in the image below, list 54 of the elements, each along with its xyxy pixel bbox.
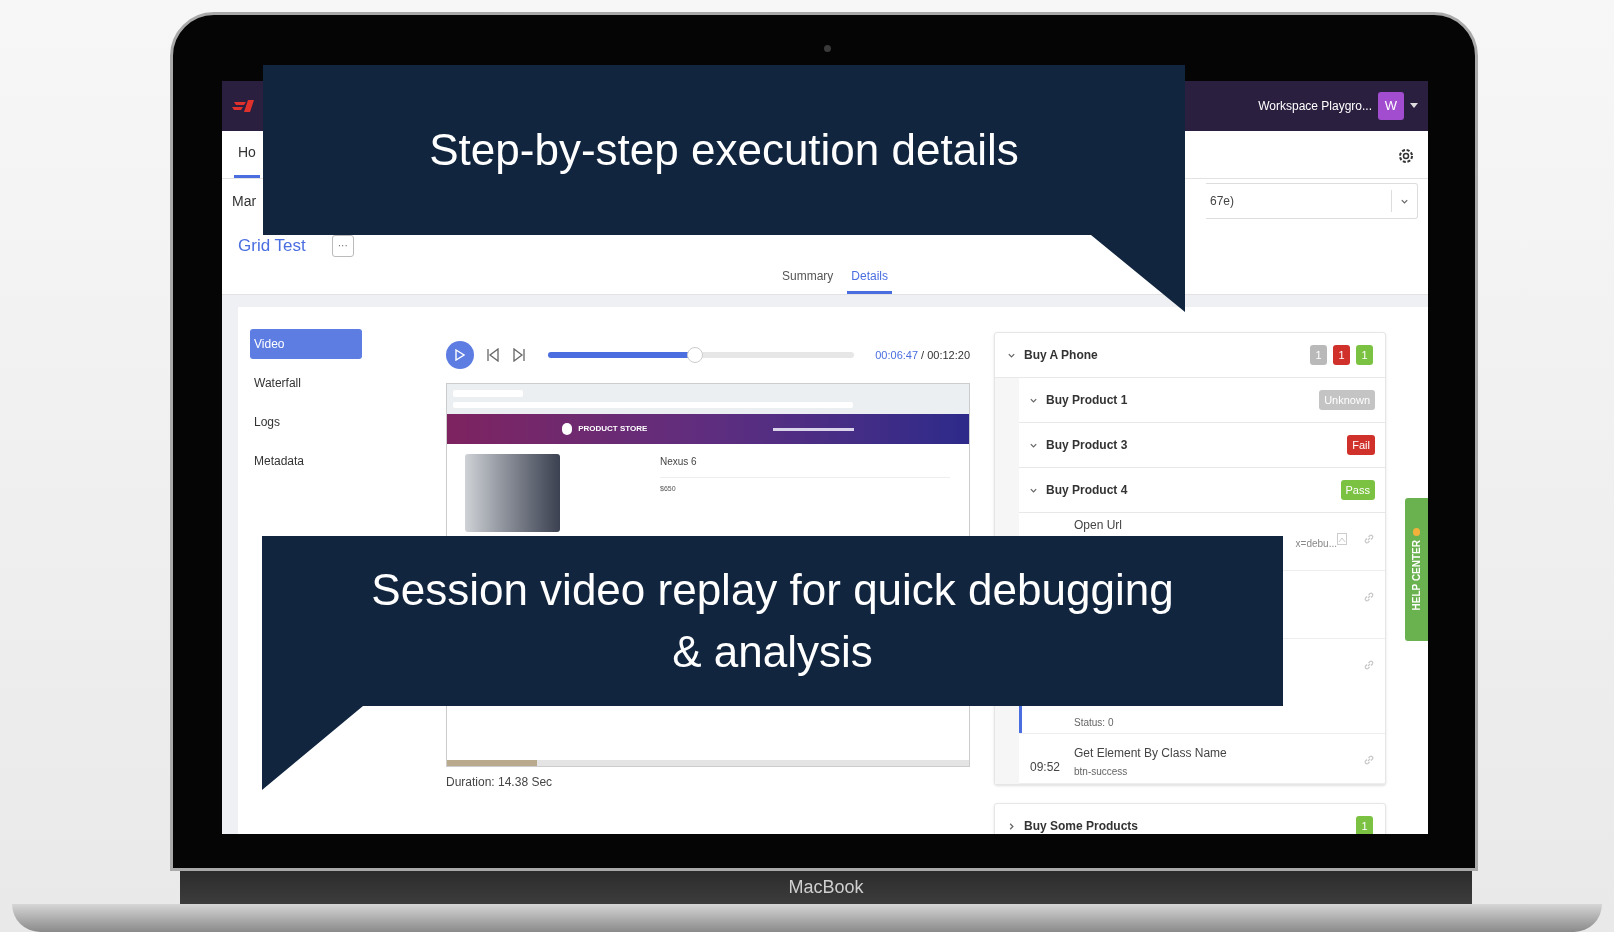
count-badge: 1	[1310, 345, 1327, 365]
test-row[interactable]: Buy Product 1 Unknown	[1019, 378, 1385, 423]
total-time: / 00:12:20	[921, 347, 970, 363]
avatar[interactable]: W	[1378, 92, 1404, 120]
current-time: 00:06:47	[875, 347, 919, 363]
settings-icon[interactable]	[1396, 146, 1416, 166]
group-header[interactable]: Buy Some Products 1	[995, 804, 1385, 834]
store-logo-icon	[562, 423, 573, 435]
step-name: Open Url	[1074, 517, 1124, 534]
side-menu-item[interactable]: Video	[250, 329, 362, 359]
logo-icon	[232, 98, 256, 114]
step-detail: btn-success	[1074, 765, 1129, 779]
status-tag: Unknown	[1319, 390, 1375, 410]
step-detail: Status: 0	[1074, 716, 1115, 730]
run-select[interactable]: 67e)	[1206, 183, 1418, 219]
breadcrumb-text: Mar	[232, 191, 257, 211]
test-title: Buy Product 4	[1046, 482, 1128, 499]
skip-back-icon[interactable]	[486, 348, 500, 362]
page-tab[interactable]: Ho	[234, 142, 260, 178]
store-name: PRODUCT STORE	[578, 423, 648, 435]
group-title: Buy Some Products	[1024, 818, 1139, 834]
caret-icon[interactable]	[1410, 103, 1418, 109]
play-button[interactable]	[446, 341, 474, 369]
test-name: Grid Test	[238, 235, 306, 258]
hand-icon	[1413, 528, 1420, 537]
step-detail: x=debu...	[1295, 537, 1337, 551]
camera-icon	[824, 45, 831, 52]
side-menu-item[interactable]: Logs	[250, 407, 362, 437]
group-title: Buy A Phone	[1024, 347, 1098, 364]
group-header[interactable]: Buy A Phone 1 1 1	[995, 333, 1385, 377]
workspace-name[interactable]: Workspace Playgro...	[1258, 97, 1372, 115]
test-title: Buy Product 3	[1046, 437, 1128, 454]
side-menu-item[interactable]: Metadata	[250, 446, 362, 476]
test-title: Buy Product 1	[1046, 392, 1128, 409]
callout-text: Session video replay for quick debugging & analysis	[370, 564, 1175, 678]
play-icon	[455, 349, 465, 361]
view-tab[interactable]: Summary	[778, 267, 838, 294]
laptop-label: MacBook	[788, 876, 864, 900]
step-name: Get Element By Class Name	[1074, 745, 1228, 762]
step-time: 09:52	[1030, 760, 1061, 774]
test-row[interactable]: Buy Product 4 Pass	[1019, 468, 1385, 513]
count-badge: 1	[1356, 345, 1373, 365]
duration-text: Duration: 14.38 Sec	[446, 774, 554, 791]
test-row[interactable]: Buy Product 3 Fail	[1019, 423, 1385, 468]
count-badge: 1	[1356, 816, 1373, 834]
status-tag: Pass	[1340, 480, 1375, 500]
chevron-icon	[1007, 821, 1016, 831]
progress-thumb[interactable]	[686, 347, 703, 363]
product-title: Nexus 6	[660, 454, 950, 478]
callout-text: Step-by-step execution details	[429, 124, 1019, 177]
skip-forward-icon[interactable]	[512, 348, 526, 362]
count-badge: 1	[1333, 345, 1350, 365]
side-menu-item[interactable]: Waterfall	[250, 368, 362, 398]
status-tag: Fail	[1347, 435, 1375, 455]
